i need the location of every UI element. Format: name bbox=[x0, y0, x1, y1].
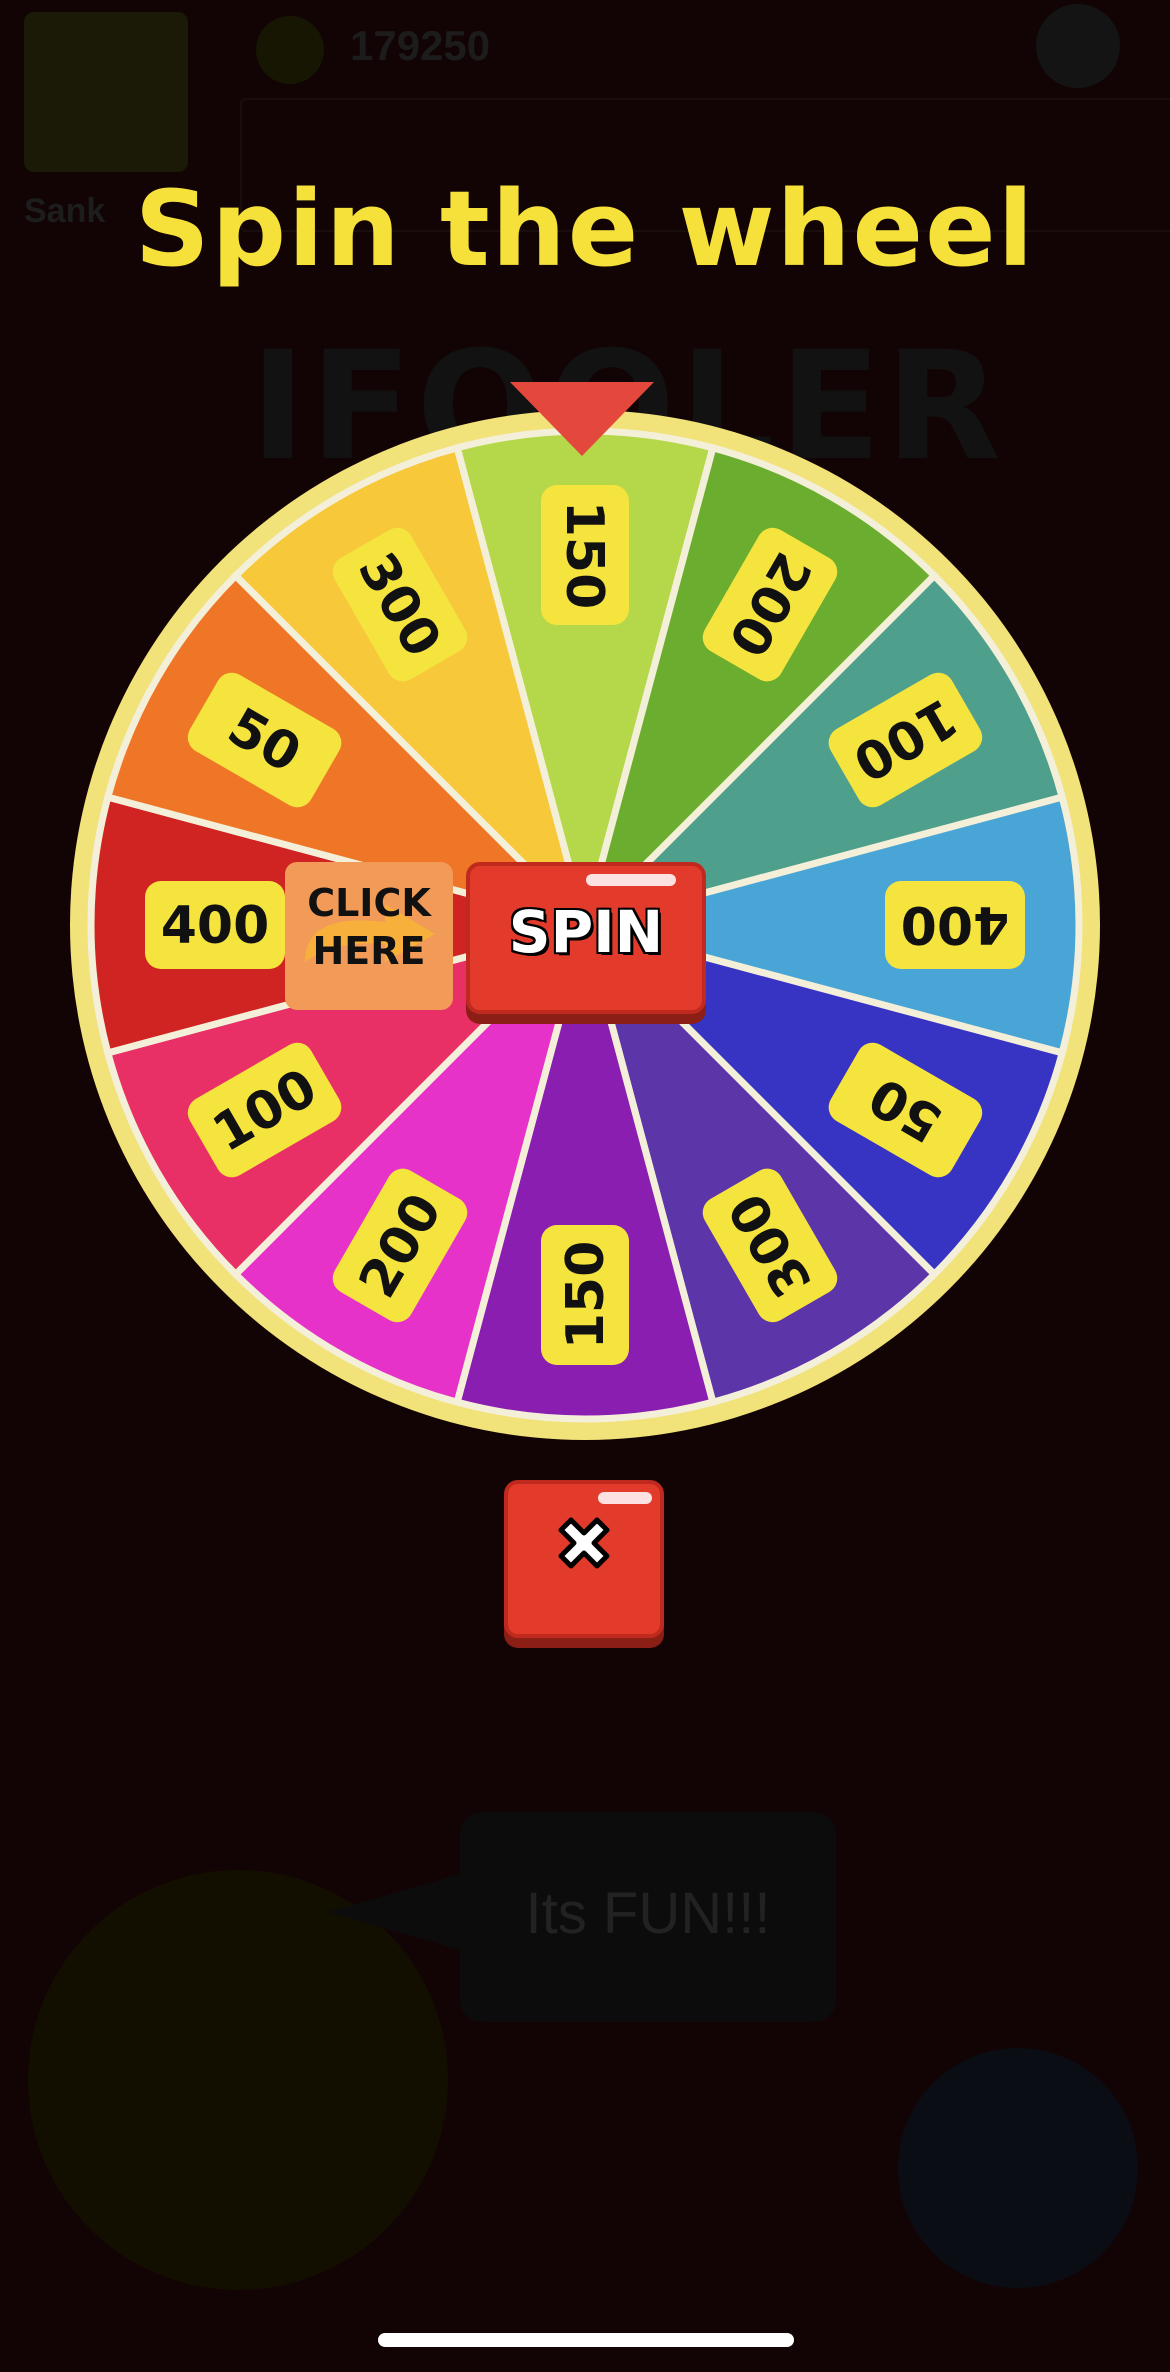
segment-value: 400 bbox=[901, 894, 1010, 954]
click-here-line2: HERE bbox=[312, 928, 426, 973]
button-shine bbox=[598, 1492, 652, 1504]
home-indicator[interactable] bbox=[378, 2333, 794, 2347]
wheel-segment-label: 400 bbox=[145, 881, 285, 969]
segment-value: 150 bbox=[556, 1241, 616, 1350]
click-here-hint: CLICK HERE bbox=[285, 862, 453, 1010]
spin-button[interactable]: SPIN bbox=[466, 862, 706, 1014]
popup-title: Spin the wheel bbox=[134, 168, 1036, 290]
wheel-segment-label: 150 bbox=[541, 1225, 629, 1365]
wheel-segment-label: 150 bbox=[541, 485, 629, 625]
close-x-icon bbox=[558, 1517, 610, 1569]
close-button[interactable] bbox=[504, 1480, 664, 1638]
button-shine bbox=[586, 874, 676, 886]
wheel-pointer-icon bbox=[510, 382, 654, 456]
click-here-line1: CLICK bbox=[307, 881, 431, 925]
speech-bubble-tail bbox=[328, 1872, 468, 1952]
segment-value: 150 bbox=[554, 501, 614, 610]
coin-icon bbox=[256, 16, 324, 84]
wheel-shortcut-icon bbox=[898, 2048, 1138, 2288]
spin-button-label: SPIN bbox=[508, 898, 664, 966]
coin-count: 179250 bbox=[350, 22, 491, 69]
segment-value: 400 bbox=[161, 896, 270, 956]
wheel-segment-label: 400 bbox=[885, 881, 1025, 969]
speech-bubble-text: Its FUN!!! bbox=[525, 1881, 771, 1946]
player-avatar bbox=[24, 12, 188, 172]
gear-icon bbox=[1036, 4, 1120, 88]
